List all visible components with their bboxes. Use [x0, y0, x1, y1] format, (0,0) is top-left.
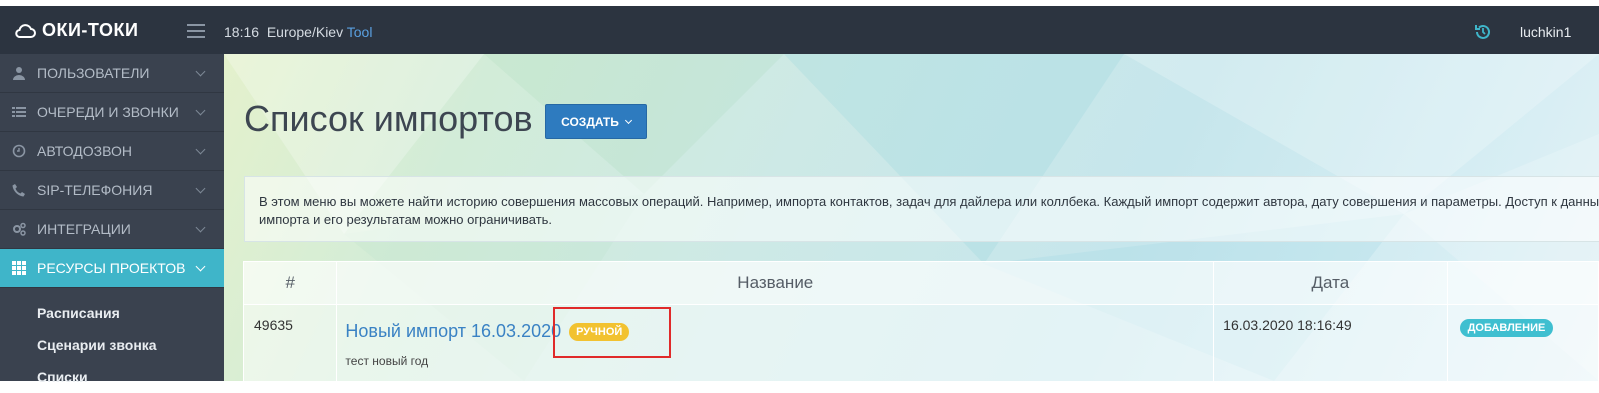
sidebar: ПОЛЬЗОВАТЕЛИ ОЧЕРЕДИ И ЗВОНКИ АВТОДОЗВОН…: [0, 54, 224, 385]
import-name-cell: Новый импорт 16.03.2020 РУЧНОЙ тест новый…: [336, 304, 1215, 381]
import-link[interactable]: Новый импорт 16.03.2020: [345, 321, 561, 341]
gears-icon: [13, 222, 26, 236]
timezone: Europe/Kiev: [266, 24, 344, 40]
logo[interactable]: ОКИ-ТОКИ: [14, 20, 138, 41]
info-panel: В этом меню вы можете найти историю сове…: [244, 176, 1599, 242]
chevron-down-icon: [195, 222, 206, 233]
column-header-type: [1446, 261, 1599, 305]
chevron-down-icon: [195, 66, 206, 77]
sidebar-item-project-resources[interactable]: РЕСУРСЫ ПРОЕКТОВ: [0, 249, 224, 288]
chevron-down-icon: [195, 105, 206, 116]
sidebar-item-label: ИНТЕГРАЦИИ: [37, 221, 131, 237]
import-type-cell: ДОБАВЛЕНИЕ: [1446, 304, 1599, 381]
create-button-label: СОЗДАТЬ: [561, 114, 619, 129]
user-icon: [13, 67, 25, 80]
import-date: 16.03.2020 18:16:49: [1213, 304, 1448, 381]
grid-icon: [12, 261, 26, 275]
menu-toggle-icon[interactable]: [187, 24, 205, 42]
info-text: В этом меню вы можете найти историю сове…: [259, 194, 1599, 227]
sidebar-item-integrations[interactable]: ИНТЕГРАЦИИ: [0, 210, 224, 249]
sidebar-item-label: ПОЛЬЗОВАТЕЛИ: [37, 65, 150, 81]
phone-icon: [12, 184, 25, 197]
column-header-id[interactable]: #: [242, 261, 338, 305]
sidebar-item-label: РЕСУРСЫ ПРОЕКТОВ: [37, 260, 186, 276]
cloud-icon: [15, 23, 36, 38]
tool-link[interactable]: Tool: [347, 24, 373, 40]
column-header-name[interactable]: Название: [336, 261, 1215, 305]
imports-table: # Название Дата 49635 Новый импорт 16.03…: [242, 261, 1599, 381]
sidebar-subitem-lists[interactable]: Списки: [0, 361, 224, 393]
chevron-down-icon: [624, 116, 632, 124]
import-id: 49635: [242, 304, 338, 381]
sidebar-item-users[interactable]: ПОЛЬЗОВАТЕЛИ: [0, 54, 224, 93]
import-description: тест новый год: [345, 354, 429, 368]
page-title: Список импортов: [244, 98, 533, 139]
table-header-row: # Название Дата: [242, 261, 1599, 305]
history-icon[interactable]: [1474, 23, 1492, 41]
sidebar-item-label: АВТОДОЗВОН: [37, 143, 132, 159]
chevron-down-icon: [195, 183, 206, 194]
sidebar-item-sip[interactable]: SIP-ТЕЛЕФОНИЯ: [0, 171, 224, 210]
sidebar-item-queues[interactable]: ОЧЕРЕДИ И ЗВОНКИ: [0, 93, 224, 132]
clock-icon: [12, 144, 26, 158]
sidebar-item-label: ОЧЕРЕДИ И ЗВОНКИ: [37, 104, 179, 120]
table-row[interactable]: 49635 Новый импорт 16.03.2020 РУЧНОЙ тест…: [242, 304, 1599, 381]
chevron-down-icon: [195, 144, 206, 155]
create-button[interactable]: СОЗДАТЬ: [545, 104, 647, 139]
sidebar-item-label: SIP-ТЕЛЕФОНИЯ: [37, 182, 153, 198]
main-content: Список импортов СОЗДАТЬ В этом меню вы м…: [224, 54, 1599, 381]
logo-text: ОКИ-ТОКИ: [42, 20, 139, 40]
list-icon: [12, 107, 26, 117]
import-type-badge: ДОБАВЛЕНИЕ: [1459, 319, 1554, 337]
chevron-down-icon: [195, 261, 206, 272]
sidebar-subitem-schedules[interactable]: Расписания: [0, 297, 224, 329]
sidebar-item-autodial[interactable]: АВТОДОЗВОН: [0, 132, 224, 171]
column-header-date[interactable]: Дата: [1213, 261, 1448, 305]
top-bar: ОКИ-ТОКИ 18:16 Europe/Kiev Tool luchkin1: [0, 6, 1599, 54]
user-name[interactable]: luchkin1: [1520, 24, 1571, 40]
sidebar-subitem-call-scenarios[interactable]: Сценарии звонка: [0, 329, 224, 361]
highlight-box: [553, 307, 671, 358]
clock: 18:16 Europe/Kiev Tool: [224, 24, 372, 40]
time: 18:16: [224, 24, 260, 40]
